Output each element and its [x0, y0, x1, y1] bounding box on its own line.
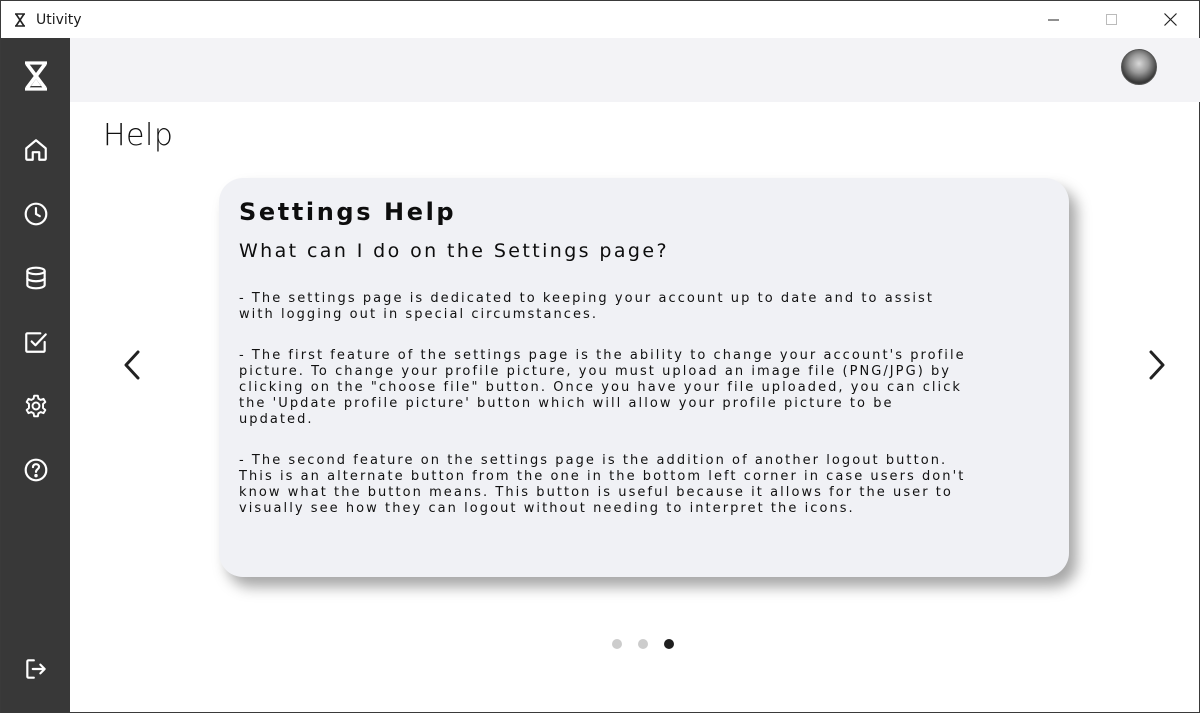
help-text-line: This is an alternate button from the one… — [239, 469, 966, 484]
help-icon — [24, 458, 48, 482]
sidebar-item-data[interactable] — [20, 262, 52, 294]
carousel-prev-button[interactable] — [117, 347, 147, 383]
help-card-subtitle: What can I do on the Settings page? — [239, 240, 669, 262]
help-card: Settings Help What can I do on the Setti… — [219, 178, 1069, 577]
help-text-line: - The settings page is dedicated to keep… — [239, 291, 935, 306]
close-icon — [1163, 13, 1177, 26]
minimize-icon — [1048, 19, 1059, 20]
close-button[interactable] — [1141, 1, 1199, 38]
carousel-dot-1[interactable] — [612, 639, 622, 649]
app-window: Utivity Help Settings Help What can I do… — [0, 0, 1200, 713]
help-text-line: updated. — [239, 412, 314, 427]
gear-icon — [25, 394, 47, 418]
help-text-line: know what the button means. This button … — [239, 485, 953, 500]
carousel-next-button[interactable] — [1142, 347, 1172, 383]
database-icon — [26, 266, 46, 290]
window-title: Utivity — [36, 11, 82, 28]
help-paragraph: - The second feature on the settings pag… — [239, 453, 1049, 517]
chevron-left-icon — [124, 350, 140, 380]
help-card-title: Settings Help — [239, 198, 457, 226]
page-title: Help — [103, 118, 174, 153]
hourglass-logo-icon — [21, 60, 51, 92]
clock-icon — [24, 202, 48, 226]
help-text-line: with logging out in special circumstance… — [239, 307, 599, 322]
sidebar — [1, 38, 70, 713]
help-paragraph: - The first feature of the settings page… — [239, 348, 1049, 428]
sidebar-item-tasks[interactable] — [20, 326, 52, 358]
sidebar-item-home[interactable] — [20, 134, 52, 166]
hourglass-app-icon — [14, 12, 28, 28]
help-text-line: picture. To change your profile picture,… — [239, 364, 952, 379]
help-paragraph: - The settings page is dedicated to keep… — [239, 291, 1049, 323]
sidebar-item-settings[interactable] — [20, 390, 52, 422]
help-text-line: - The second feature on the settings pag… — [239, 453, 948, 468]
logout-button[interactable] — [20, 653, 52, 685]
title-bar: Utivity — [1, 1, 1199, 38]
sidebar-item-history[interactable] — [20, 198, 52, 230]
help-text-line: - The first feature of the settings page… — [239, 348, 966, 363]
carousel-dot-2[interactable] — [638, 639, 648, 649]
avatar[interactable] — [1121, 49, 1157, 85]
checkbox-icon — [25, 332, 47, 353]
logout-icon — [26, 659, 46, 679]
help-text-line: the 'Update profile picture' button whic… — [239, 396, 894, 411]
home-icon — [25, 139, 47, 161]
top-bar — [70, 38, 1200, 102]
chevron-right-icon — [1149, 350, 1165, 380]
carousel-dot-3[interactable] — [664, 639, 674, 649]
help-text-line: visually see how they can logout without… — [239, 501, 855, 516]
maximize-icon — [1106, 13, 1117, 25]
sidebar-item-help[interactable] — [20, 454, 52, 486]
maximize-button[interactable] — [1083, 1, 1141, 38]
carousel-indicators — [612, 639, 674, 649]
minimize-button[interactable] — [1025, 1, 1083, 38]
help-text-line: clicking on the "choose file" button. On… — [239, 380, 962, 395]
window-controls — [1025, 1, 1199, 38]
